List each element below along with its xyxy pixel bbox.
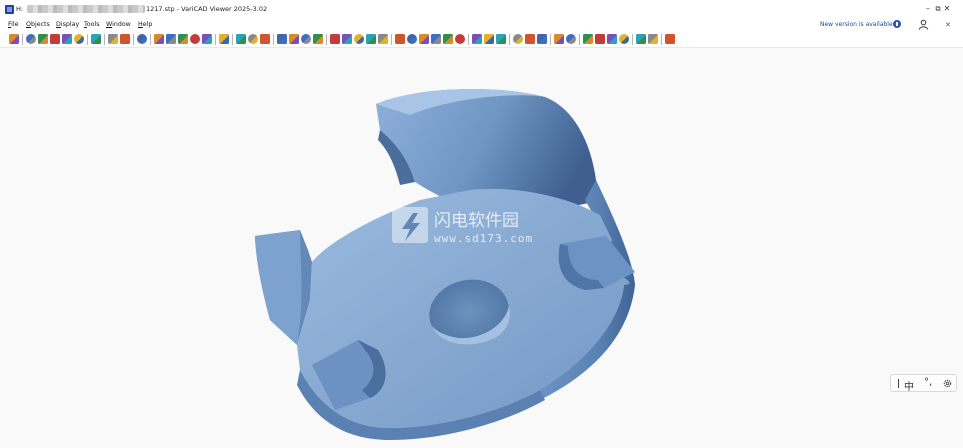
menu-window[interactable]: Window xyxy=(106,21,131,28)
home-icon[interactable] xyxy=(9,34,19,44)
ime-punctuation-toggle[interactable]: °, xyxy=(924,377,932,388)
view-front-icon[interactable] xyxy=(236,34,246,44)
select-icon[interactable] xyxy=(395,34,405,44)
check-icon[interactable] xyxy=(419,34,429,44)
toolbar-separator xyxy=(550,34,551,45)
properties-icon[interactable] xyxy=(137,34,147,44)
menu-file[interactable]: File xyxy=(8,21,19,28)
section-icon[interactable] xyxy=(301,34,311,44)
zoom-previous-icon[interactable] xyxy=(607,34,617,44)
hidden-lines-icon[interactable] xyxy=(342,34,352,44)
zoom-out-icon[interactable] xyxy=(595,34,605,44)
new-version-notice[interactable]: New version is available xyxy=(820,21,893,28)
zoom-window-icon[interactable] xyxy=(566,34,576,44)
wireframe-icon[interactable] xyxy=(330,34,340,44)
watermark: 闪电软件园 www.sd173.com xyxy=(392,207,533,245)
menu-tools[interactable]: Tools xyxy=(84,21,100,28)
window-title: 1217.stp - VariCAD Viewer 2025-3.02 xyxy=(146,5,268,13)
toolbar-separator xyxy=(215,34,216,45)
export-icon[interactable] xyxy=(62,34,72,44)
title-bar: H: 1217.stp - VariCAD Viewer 2025-3.02 –… xyxy=(0,0,963,20)
toolbar-separator xyxy=(579,34,580,45)
explode-icon[interactable] xyxy=(219,34,229,44)
info-icon[interactable] xyxy=(893,20,901,28)
zoom-in-icon[interactable] xyxy=(583,34,593,44)
lights-icon[interactable] xyxy=(378,34,388,44)
rotate-icon[interactable] xyxy=(260,34,270,44)
toolbar-separator xyxy=(104,34,105,45)
window-title-prefix: H: xyxy=(16,5,24,13)
blurred-path xyxy=(27,5,145,13)
print-preview-icon[interactable] xyxy=(74,34,84,44)
ime-separator xyxy=(898,379,899,388)
toolbar-separator xyxy=(22,34,23,45)
toolbar-separator xyxy=(273,34,274,45)
3d-viewport[interactable]: 闪电软件园 www.sd173.com xyxy=(0,48,963,448)
ime-toolbar[interactable]: 中 °, xyxy=(890,374,957,393)
mass-icon[interactable] xyxy=(443,34,453,44)
fit-icon[interactable] xyxy=(636,34,646,44)
filter-icon[interactable] xyxy=(407,34,417,44)
toolbar-separator xyxy=(150,34,151,45)
menu-objects[interactable]: Objects xyxy=(26,21,50,28)
app-icon xyxy=(5,5,14,14)
settings-icon[interactable] xyxy=(942,378,953,389)
toolbar-separator xyxy=(509,34,510,45)
toolbar-separator xyxy=(468,34,469,45)
toolbar-separator xyxy=(391,34,392,45)
menu-display[interactable]: Display xyxy=(56,21,79,28)
zoom-all-icon[interactable] xyxy=(554,34,564,44)
color-icon[interactable] xyxy=(354,34,364,44)
menu-help[interactable]: Help xyxy=(138,21,152,28)
dimension-icon[interactable] xyxy=(484,34,494,44)
open-folder-icon[interactable] xyxy=(26,34,36,44)
monitor-icon[interactable] xyxy=(525,34,535,44)
save-as-icon[interactable] xyxy=(50,34,60,44)
toolbar-separator xyxy=(232,34,233,45)
ruler-icon[interactable] xyxy=(496,34,506,44)
pan-icon[interactable] xyxy=(277,34,287,44)
user-icon[interactable] xyxy=(918,19,929,30)
toolbar-separator xyxy=(133,34,134,45)
undo-icon[interactable] xyxy=(108,34,118,44)
toolbar-separator xyxy=(87,34,88,45)
ime-language-toggle[interactable]: 中 xyxy=(904,378,914,393)
toolbar-separator xyxy=(632,34,633,45)
export-image-icon[interactable] xyxy=(648,34,658,44)
left-jaw-front xyxy=(255,230,302,345)
measure-angle-icon[interactable] xyxy=(166,34,176,44)
transparency-icon[interactable] xyxy=(366,34,376,44)
zoom-icon[interactable] xyxy=(289,34,299,44)
hole-icon[interactable] xyxy=(455,34,465,44)
close-button[interactable]: ✕ xyxy=(941,4,953,14)
3d-model[interactable]: 闪电软件园 www.sd173.com xyxy=(0,48,963,448)
toolbar-separator xyxy=(661,34,662,45)
measure-point-icon[interactable] xyxy=(190,34,200,44)
redo-icon[interactable] xyxy=(120,34,130,44)
heart-icon[interactable] xyxy=(431,34,441,44)
measure-radius-icon[interactable] xyxy=(178,34,188,44)
measure-distance-icon[interactable] xyxy=(154,34,164,44)
picture-icon[interactable] xyxy=(665,34,675,44)
close-notice-button[interactable]: ✕ xyxy=(945,21,951,29)
layers-icon[interactable] xyxy=(202,34,212,44)
toolbar-separator xyxy=(326,34,327,45)
shade-icon[interactable] xyxy=(313,34,323,44)
screen-icon[interactable] xyxy=(513,34,523,44)
print-icon[interactable] xyxy=(91,34,101,44)
bom-icon[interactable] xyxy=(472,34,482,44)
save-icon[interactable] xyxy=(38,34,48,44)
view-iso-icon[interactable] xyxy=(248,34,258,44)
camera-icon[interactable] xyxy=(537,34,547,44)
zoom-next-icon[interactable] xyxy=(619,34,629,44)
menu-bar: File Objects Display Tools Window Help xyxy=(0,20,963,31)
svg-text:闪电软件园: 闪电软件园 xyxy=(434,211,519,231)
svg-text:www.sd173.com: www.sd173.com xyxy=(434,232,533,245)
toolbar xyxy=(0,31,963,48)
